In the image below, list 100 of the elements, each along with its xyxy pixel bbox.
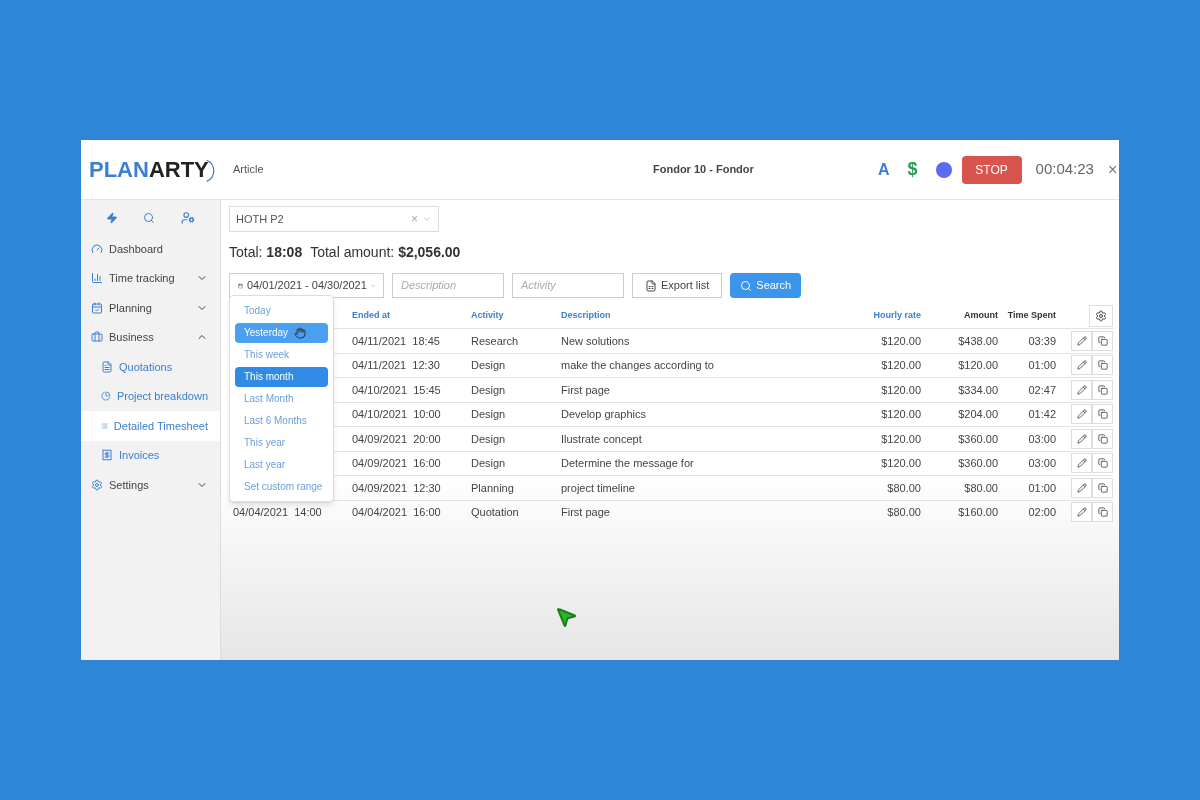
search-icon[interactable] xyxy=(143,212,156,224)
search-button[interactable]: Search xyxy=(730,273,802,298)
gauge-icon xyxy=(91,242,103,255)
menu-item[interactable]: Last 6 Months xyxy=(235,410,328,431)
table-cell-text: Planning xyxy=(470,480,515,496)
table-cell-text: First page xyxy=(560,382,611,398)
table-cell-text: $80.00 xyxy=(963,480,998,496)
copy-icon xyxy=(1097,433,1108,444)
table-cell-text: 04/11/2021 18:45 xyxy=(351,333,441,349)
user-gear-icon[interactable] xyxy=(181,211,196,225)
close-button[interactable]: × xyxy=(1107,157,1118,182)
pie-chart-icon xyxy=(101,390,111,403)
menu-item[interactable]: Yesterday xyxy=(235,322,328,343)
copy-button[interactable] xyxy=(1092,404,1113,425)
letter-badge[interactable]: A xyxy=(878,157,890,182)
copy-button[interactable] xyxy=(1092,330,1113,351)
pencil-icon xyxy=(1076,433,1087,444)
sidebar-item[interactable]: Dashboard xyxy=(81,234,220,264)
table-cell-text: 02:47 xyxy=(1027,382,1056,398)
search-icon xyxy=(740,279,753,292)
column-header[interactable]: Hourly rate xyxy=(840,309,921,323)
menu-item[interactable]: Set custom range xyxy=(235,476,328,496)
sidebar-item[interactable]: Planning xyxy=(81,293,220,323)
hand-cursor-icon xyxy=(294,326,307,339)
timer: 00:04:23 xyxy=(1035,159,1094,180)
briefcase-icon xyxy=(91,331,103,344)
menu-item[interactable]: Today xyxy=(235,301,328,321)
sidebar-item[interactable]: Project breakdown xyxy=(81,381,220,411)
table-cell-text: $120.00 xyxy=(880,407,921,422)
table-cell-text: $120.00 xyxy=(957,358,998,373)
edit-button[interactable] xyxy=(1071,428,1092,449)
column-header[interactable]: Activity xyxy=(467,309,557,323)
lightning-icon[interactable] xyxy=(105,212,118,224)
table-cell-text: 01:42 xyxy=(1027,407,1056,422)
activity-field[interactable]: Activity xyxy=(512,273,624,298)
column-header[interactable]: Description xyxy=(557,309,840,323)
pencil-icon xyxy=(1076,482,1087,493)
copy-button[interactable] xyxy=(1092,453,1113,474)
gear-icon xyxy=(1095,310,1107,322)
sidebar-item[interactable]: Detailed Timesheet xyxy=(81,411,220,441)
table-cell-text: 03:00 xyxy=(1027,456,1056,471)
sidebar-item[interactable]: Business xyxy=(81,322,220,352)
pencil-icon xyxy=(1076,409,1087,420)
copy-icon xyxy=(1097,458,1108,469)
menu-item[interactable]: Last Month xyxy=(235,388,328,409)
table-cell-text: $80.00 xyxy=(886,505,921,520)
pencil-icon xyxy=(1076,458,1087,469)
sidebar-item[interactable]: Invoices xyxy=(81,440,220,470)
edit-button[interactable] xyxy=(1071,502,1092,523)
table-cell-text: 04/09/2021 16:00 xyxy=(351,456,442,471)
settings-button[interactable] xyxy=(1089,305,1113,327)
column-header: Time Spent xyxy=(1006,309,1056,323)
menu-item[interactable]: This month xyxy=(235,366,328,387)
edit-button[interactable] xyxy=(1071,404,1092,425)
table-cell-text: 04/09/2021 20:00 xyxy=(351,431,442,447)
sidebar-item[interactable]: Quotations xyxy=(81,352,220,382)
project-title: Fondor 10 - Fondor xyxy=(653,162,755,178)
table-cell-text: 01:00 xyxy=(1027,480,1056,496)
table-cell-text: $120.00 xyxy=(880,431,921,447)
table-cell-text: Quotation xyxy=(470,505,520,520)
receipt-icon xyxy=(101,449,113,462)
copy-icon xyxy=(1097,335,1108,346)
copy-button[interactable] xyxy=(1092,502,1113,523)
copy-icon xyxy=(1097,384,1108,395)
edit-button[interactable] xyxy=(1071,453,1092,474)
table-cell-text: New solutions xyxy=(560,333,631,349)
copy-button[interactable] xyxy=(1092,477,1113,498)
menu-item[interactable]: This week xyxy=(235,344,328,365)
caret-icon xyxy=(422,214,432,224)
copy-button[interactable] xyxy=(1092,379,1113,400)
copy-button[interactable] xyxy=(1092,355,1113,376)
copy-button[interactable] xyxy=(1092,428,1113,449)
logo-text: PLANARTY xyxy=(89,156,209,184)
table-cell-text: $120.00 xyxy=(880,456,921,471)
edit-button[interactable] xyxy=(1071,330,1092,351)
table-cell-text: $360.00 xyxy=(957,431,998,447)
table-cell-text: 03:39 xyxy=(1027,333,1056,349)
export-button[interactable]: Export list xyxy=(632,273,723,298)
clear-button[interactable]: × xyxy=(411,210,418,228)
date-range-button[interactable]: 04/01/2021 - 04/30/2021 xyxy=(229,273,384,298)
total-amount-label: Total amount: $2,056.00 xyxy=(310,243,461,262)
table-cell-text: 04/10/2021 15:45 xyxy=(351,382,442,398)
edit-button[interactable] xyxy=(1071,355,1092,376)
edit-button[interactable] xyxy=(1071,379,1092,400)
sidebar-item[interactable]: Settings xyxy=(81,470,220,500)
menu-item[interactable]: This year xyxy=(235,432,328,453)
project-select[interactable]: HOTH P2 × xyxy=(229,206,439,232)
edit-button[interactable] xyxy=(1071,477,1092,498)
currency-badge[interactable]: $ xyxy=(907,156,918,183)
column-header[interactable]: Ended at xyxy=(348,309,467,323)
description-field[interactable]: Description xyxy=(392,273,504,298)
menu-item[interactable]: Last year xyxy=(235,454,328,475)
table-cell-text: $120.00 xyxy=(880,333,921,349)
stop-button[interactable]: STOP xyxy=(961,155,1022,184)
table-cell-text: $120.00 xyxy=(880,358,921,373)
table-cell-text: make the changes according to xyxy=(560,358,715,373)
gear-icon xyxy=(91,478,103,491)
table-cell-text: $204.00 xyxy=(957,407,998,422)
table-cell-text: $438.00 xyxy=(957,333,998,349)
sidebar-item[interactable]: Time tracking xyxy=(81,263,220,293)
